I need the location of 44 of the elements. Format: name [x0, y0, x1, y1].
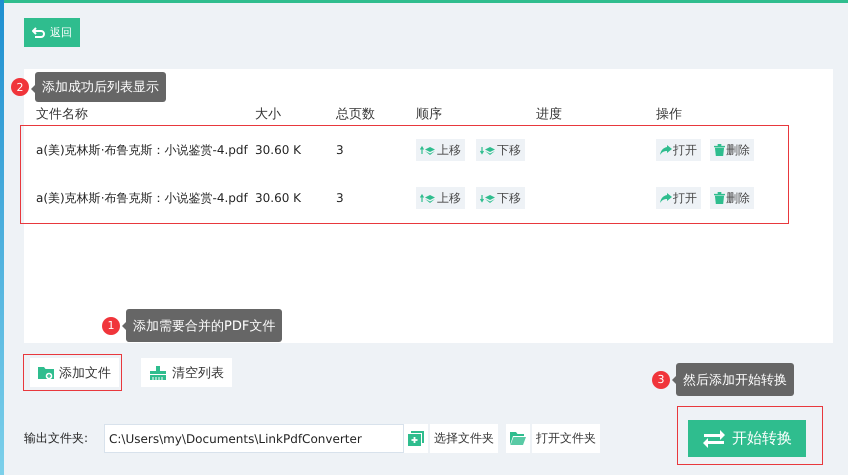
- folder-icon: [510, 432, 526, 445]
- folder-plus-icon: [408, 431, 424, 446]
- file-name-cell-text: a(美)克林斯·布鲁克斯：小说鉴赏-4.pdf: [36, 142, 249, 158]
- trash-icon: [714, 144, 725, 156]
- folder-plus-icon: [38, 366, 54, 380]
- arrow-up-layers-icon: [420, 193, 436, 203]
- move-up-button[interactable]: 上移: [416, 187, 465, 209]
- column-header: 进度: [536, 106, 563, 123]
- trash-icon: [714, 192, 725, 204]
- clear-list-button[interactable]: 清空列表: [141, 358, 232, 387]
- column-header: 总页数: [336, 106, 376, 123]
- column-header: 顺序: [416, 106, 443, 123]
- open-folder-icon-button[interactable]: [506, 424, 530, 453]
- step-number-badge: 2: [11, 78, 29, 96]
- column-header: 大小: [255, 106, 282, 123]
- step-number-badge: 3: [652, 370, 670, 388]
- pages-cell-text: 3: [336, 143, 345, 157]
- share-arrow-icon: [660, 144, 672, 156]
- open-folder-button[interactable]: 打开文件夹: [532, 424, 600, 453]
- broom-icon: [149, 366, 167, 380]
- swap-arrows-icon: [702, 428, 726, 450]
- move-down-button[interactable]: 下移: [476, 139, 525, 161]
- size-cell-text: 30.60 K: [255, 191, 302, 205]
- delete-button[interactable]: 删除: [710, 139, 754, 161]
- size-cell-text: 30.60 K: [255, 143, 302, 157]
- arrow-down-layers-icon: [480, 193, 496, 203]
- file-name-cell-text: a(美)克林斯·布鲁克斯：小说鉴赏-4.pdf: [36, 190, 249, 206]
- choose-folder-button[interactable]: 选择文件夹: [430, 424, 498, 453]
- output-path-field[interactable]: C:\Users\my\Documents\LinkPdfConverter: [104, 424, 404, 453]
- arrow-down-layers-icon: [480, 145, 496, 155]
- delete-button[interactable]: 删除: [710, 187, 754, 209]
- choose-folder-icon-button[interactable]: [404, 424, 428, 453]
- open-button[interactable]: 打开: [656, 139, 701, 161]
- pages-cell-text: 3: [336, 191, 345, 205]
- move-up-button[interactable]: 上移: [416, 139, 465, 161]
- arrow-up-layers-icon: [420, 145, 436, 155]
- column-header: 操作: [656, 106, 683, 123]
- open-button[interactable]: 打开: [656, 187, 701, 209]
- move-down-button[interactable]: 下移: [476, 187, 525, 209]
- add-file-button[interactable]: 添加文件: [30, 358, 119, 387]
- column-header: 文件名称: [36, 106, 89, 123]
- return-arrow-icon: [32, 26, 46, 38]
- output-folder-label: 输出文件夹:: [24, 430, 90, 447]
- share-arrow-icon: [660, 192, 672, 204]
